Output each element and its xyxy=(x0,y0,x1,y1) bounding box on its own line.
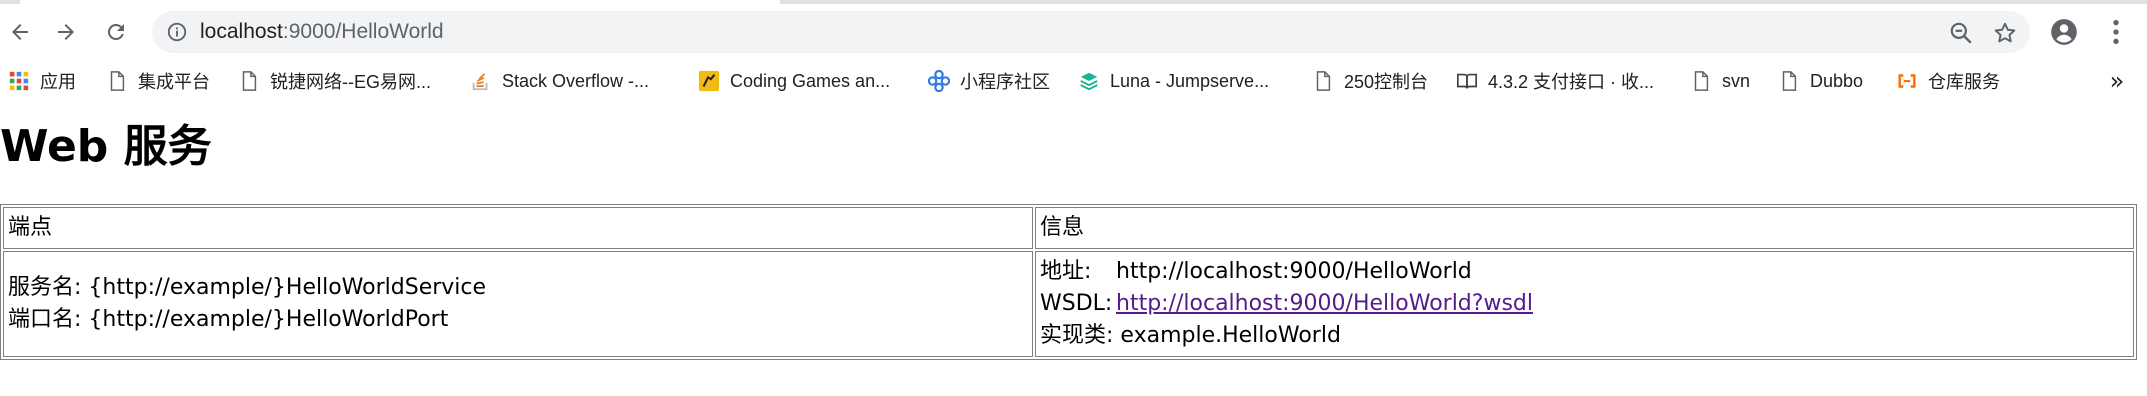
aliyun-icon xyxy=(1896,70,1918,92)
port-name-row: 端口名: {http://example/}HelloWorldPort xyxy=(8,304,1028,336)
service-name-label: 服务名: xyxy=(8,275,82,300)
address-label: 地址: xyxy=(1040,259,1092,284)
tab-strip-edge xyxy=(0,0,20,4)
wsdl-label: WSDL: xyxy=(1040,291,1113,316)
bookmark-label: 仓库服务 xyxy=(1928,72,2000,92)
page-icon xyxy=(1778,70,1800,92)
page-icon xyxy=(1690,70,1712,92)
page-content: Web 服务 端点 信息 服务名: {http://example/}Hello… xyxy=(0,98,2147,396)
bookmarks-bar: 应用 集成平台 锐捷网络--EG易网... Stack Overflow -..… xyxy=(0,64,2147,98)
service-name-value: {http://example/}HelloWorldService xyxy=(88,275,487,300)
services-table: 端点 信息 服务名: {http://example/}HelloWorldSe… xyxy=(0,204,2137,360)
bookmark-item[interactable]: svn xyxy=(1690,64,1750,98)
back-arrow-icon xyxy=(12,24,28,40)
implementation-label: 实现类: xyxy=(1040,323,1114,348)
tab-strip-edge xyxy=(780,0,2147,4)
port-name-value: {http://example/}HelloWorldPort xyxy=(88,307,449,332)
forward-arrow-icon xyxy=(58,24,74,40)
info-icon[interactable] xyxy=(166,21,188,43)
page-title: Web 服务 xyxy=(0,121,212,172)
bookmark-item[interactable]: Stack Overflow -... xyxy=(470,64,649,98)
page-icon xyxy=(106,70,128,92)
book-icon xyxy=(1456,70,1478,92)
reload-icon xyxy=(107,23,124,40)
bookmark-item[interactable]: 锐捷网络--EG易网... xyxy=(238,64,431,98)
page-icon xyxy=(238,70,260,92)
reload-button[interactable] xyxy=(98,14,134,50)
codingame-icon xyxy=(698,70,720,92)
bookmark-item[interactable]: Luna - Jumpserve... xyxy=(1078,64,1269,98)
column-header-endpoint: 端点 xyxy=(3,207,1033,249)
star-icon[interactable] xyxy=(1992,20,2018,46)
apps-grid-icon xyxy=(8,70,30,92)
service-name-row: 服务名: {http://example/}HelloWorldService xyxy=(8,272,1028,304)
bookmark-label: 集成平台 xyxy=(138,72,210,92)
url-path: :9000/HelloWorld xyxy=(282,20,444,43)
bookmark-item[interactable]: Dubbo xyxy=(1778,64,1863,98)
stackoverflow-icon xyxy=(470,70,492,92)
table-row: 服务名: {http://example/}HelloWorldService … xyxy=(3,251,2134,357)
info-cell: 地址: http://localhost:9000/HelloWorld WSDL… xyxy=(1035,251,2134,357)
column-header-info: 信息 xyxy=(1035,207,2134,249)
table-header-row: 端点 信息 xyxy=(3,207,2134,249)
bookmark-item[interactable]: 小程序社区 xyxy=(928,64,1050,98)
implementation-row: 实现类: example.HelloWorld xyxy=(1040,320,2129,352)
address-bar[interactable]: localhost:9000/HelloWorld xyxy=(152,11,2030,53)
bookmark-item[interactable]: Coding Games an... xyxy=(698,64,890,98)
address-row: 地址: http://localhost:9000/HelloWorld xyxy=(1040,256,2129,288)
forward-button[interactable] xyxy=(48,14,84,50)
account-icon[interactable] xyxy=(2050,18,2078,46)
bookmark-label: 锐捷网络--EG易网... xyxy=(270,72,431,92)
back-button[interactable] xyxy=(2,14,38,50)
bookmark-label: Stack Overflow -... xyxy=(502,70,650,91)
port-name-label: 端口名: xyxy=(8,307,82,332)
url-text[interactable]: localhost:9000/HelloWorld xyxy=(200,11,444,53)
wsdl-row: WSDL: http://localhost:9000/HelloWorld?ws… xyxy=(1040,288,2129,320)
bookmarks-overflow-button[interactable]: » xyxy=(2104,66,2130,96)
bookmark-item[interactable]: 250控制台 xyxy=(1312,64,1428,98)
browser-toolbar: localhost:9000/HelloWorld xyxy=(0,0,2147,64)
bookmark-label: 小程序社区 xyxy=(960,72,1050,92)
bookmark-item[interactable]: 集成平台 xyxy=(106,64,210,98)
address-value: http://localhost:9000/HelloWorld xyxy=(1116,259,1472,284)
bookmark-label: 应用 xyxy=(40,72,76,92)
wsdl-link[interactable]: http://localhost:9000/HelloWorld?wsdl xyxy=(1116,288,1533,320)
miniprogram-icon xyxy=(928,70,950,92)
url-host: localhost xyxy=(200,20,283,43)
bookmark-item[interactable]: 仓库服务 xyxy=(1896,64,2000,98)
bookmark-apps[interactable]: 应用 xyxy=(8,64,76,98)
page-icon xyxy=(1312,70,1334,92)
luna-icon xyxy=(1078,70,1100,92)
bookmark-label: Luna - Jumpserve... xyxy=(1110,70,1270,91)
zoom-out-icon[interactable] xyxy=(1948,20,1974,46)
bookmark-label: svn xyxy=(1722,70,1751,91)
bookmark-label: 250控制台 xyxy=(1344,72,1429,92)
bookmark-item[interactable]: 4.3.2 支付接口 · 收... xyxy=(1456,64,1654,98)
kebab-menu-icon[interactable] xyxy=(2100,16,2132,48)
bookmark-label: 4.3.2 支付接口 · 收... xyxy=(1488,72,1655,92)
bookmark-label: Coding Games an... xyxy=(730,70,891,91)
bookmark-label: Dubbo xyxy=(1810,70,1864,91)
implementation-value: example.HelloWorld xyxy=(1120,323,1341,348)
endpoint-cell: 服务名: {http://example/}HelloWorldService … xyxy=(3,251,1033,357)
